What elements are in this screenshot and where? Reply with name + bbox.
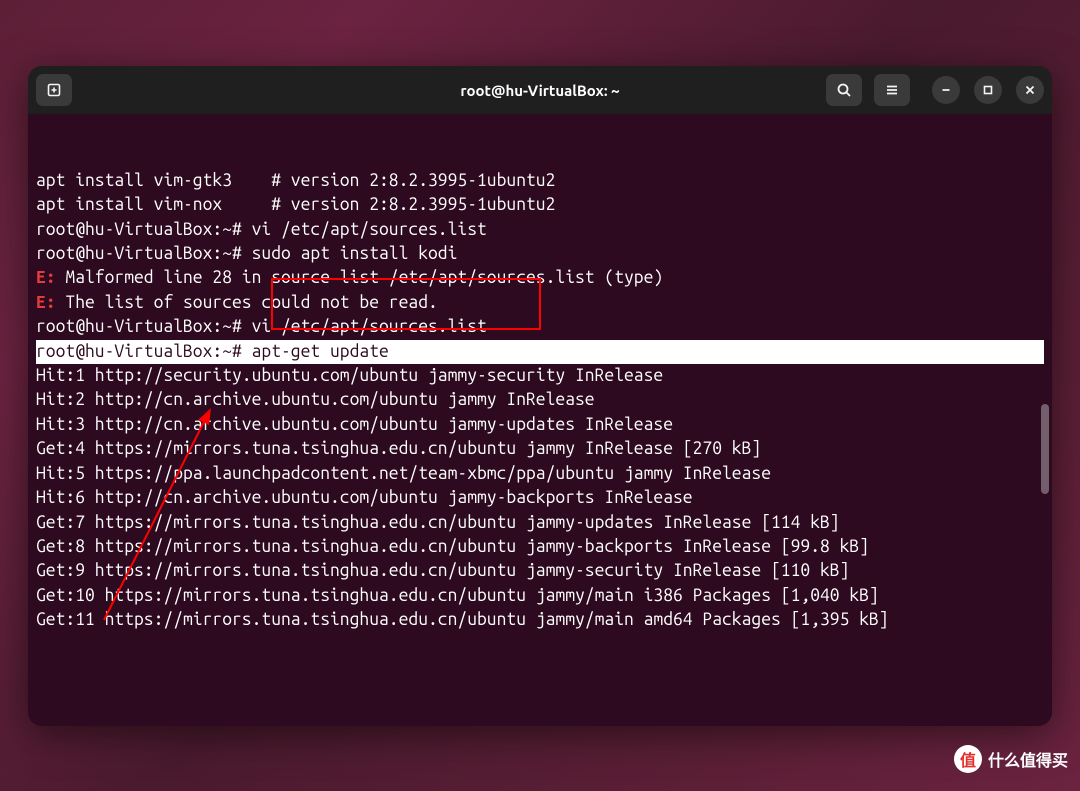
watermark-text: 什么值得买 [988, 747, 1068, 771]
new-tab-button[interactable] [36, 74, 72, 106]
close-button[interactable] [1016, 76, 1044, 104]
search-button[interactable] [826, 74, 862, 106]
minimize-icon [940, 84, 952, 96]
terminal-output: apt install vim-gtk3 # version 2:8.2.399… [36, 169, 1044, 633]
watermark: 值 什么值得买 [954, 745, 1068, 773]
scrollbar-thumb[interactable] [1041, 404, 1049, 494]
close-icon [1024, 84, 1036, 96]
minimize-button[interactable] [932, 76, 960, 104]
terminal-body[interactable]: apt install vim-gtk3 # version 2:8.2.399… [28, 114, 1052, 726]
titlebar: root@hu-VirtualBox: ~ [28, 66, 1052, 114]
maximize-button[interactable] [974, 76, 1002, 104]
watermark-badge: 值 [954, 745, 982, 773]
new-tab-icon [46, 82, 62, 98]
terminal-window: root@hu-VirtualBox: ~ [28, 66, 1052, 726]
maximize-icon [982, 84, 994, 96]
search-icon [836, 82, 852, 98]
menu-button[interactable] [874, 74, 910, 106]
hamburger-icon [884, 82, 900, 98]
